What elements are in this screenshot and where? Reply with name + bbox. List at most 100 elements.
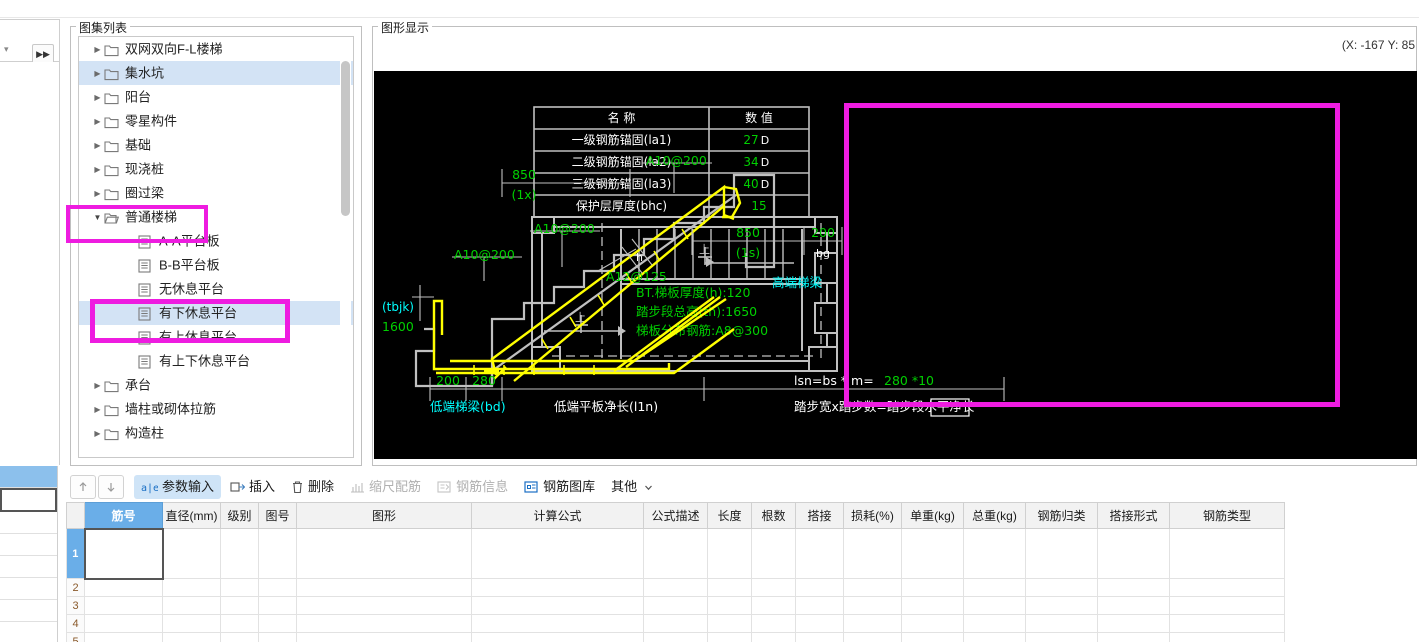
- tree-item-folder[interactable]: ▶ 现浇桩: [79, 157, 353, 181]
- table-cell[interactable]: [751, 596, 796, 615]
- table-cell[interactable]: [220, 528, 259, 579]
- table-cell[interactable]: [963, 632, 1026, 642]
- tree-scrollbar-thumb[interactable]: [341, 61, 350, 216]
- table-cell[interactable]: [843, 528, 902, 579]
- column-header-长度[interactable]: 长度: [707, 502, 752, 529]
- table-cell[interactable]: [795, 528, 844, 579]
- table-cell[interactable]: [843, 614, 902, 633]
- table-cell[interactable]: [471, 632, 644, 642]
- table-cell[interactable]: [643, 578, 708, 597]
- table-cell[interactable]: [1169, 528, 1285, 579]
- table-cell[interactable]: [220, 632, 259, 642]
- table-cell[interactable]: [795, 632, 844, 642]
- column-header-级别[interactable]: 级别: [220, 502, 259, 529]
- table-cell[interactable]: [795, 578, 844, 597]
- table-cell[interactable]: [901, 528, 964, 579]
- tree-item-folder[interactable]: ▶ 阳台: [79, 85, 353, 109]
- table-row[interactable]: 2: [66, 578, 1285, 597]
- table-cell[interactable]: [258, 596, 297, 615]
- table-cell[interactable]: [1097, 596, 1170, 615]
- table-cell[interactable]: [1169, 632, 1285, 642]
- table-cell[interactable]: [1025, 614, 1098, 633]
- table-cell[interactable]: [795, 614, 844, 633]
- table-cell[interactable]: [643, 632, 708, 642]
- tree-item-folder[interactable]: ▶ 圈过梁: [79, 181, 353, 205]
- table-cell[interactable]: [963, 528, 1026, 579]
- chevron-right-icon[interactable]: ▶: [91, 374, 104, 398]
- table-cell[interactable]: [1169, 578, 1285, 597]
- table-row[interactable]: 4: [66, 614, 1285, 633]
- table-cell[interactable]: [296, 578, 472, 597]
- rebar-grid[interactable]: 筋号 直径(mm) 级别 图号 图形 计算公式 公式描述 长度 根数 搭接 损耗(%) 单重(kg) 总…: [66, 502, 1419, 642]
- table-cell[interactable]: [1025, 528, 1098, 579]
- chevron-right-icon[interactable]: ▶: [91, 86, 104, 110]
- tree-item-folder[interactable]: ▶ 基础: [79, 133, 353, 157]
- table-cell[interactable]: [707, 632, 752, 642]
- column-header-损耗(%)[interactable]: 损耗(%): [843, 502, 902, 529]
- column-header-搭接形式[interactable]: 搭接形式: [1097, 502, 1170, 529]
- table-cell[interactable]: [258, 578, 297, 597]
- table-cell[interactable]: [296, 614, 472, 633]
- chevron-down-icon[interactable]: ▼: [91, 206, 104, 230]
- table-cell[interactable]: [1097, 528, 1170, 579]
- table-cell[interactable]: [258, 528, 297, 579]
- table-cell[interactable]: [795, 596, 844, 615]
- toolbar-button-钢筋图库[interactable]: 钢筋图库: [517, 475, 602, 499]
- table-cell[interactable]: [258, 614, 297, 633]
- chevron-right-icon[interactable]: ▶: [91, 134, 104, 158]
- table-cell[interactable]: [643, 528, 708, 579]
- tree-item-folder[interactable]: ▶ 零星构件: [79, 109, 353, 133]
- chevron-right-icon[interactable]: ▶: [91, 422, 104, 446]
- tree-item-folder[interactable]: ▼ 普通楼梯: [79, 205, 353, 229]
- chevron-right-icon[interactable]: ▶: [91, 62, 104, 86]
- column-header-计算公式[interactable]: 计算公式: [471, 502, 644, 529]
- column-header-根数[interactable]: 根数: [751, 502, 796, 529]
- tree-item-folder[interactable]: ▶ 墙柱或砌体拉筋: [79, 397, 353, 421]
- tree-item-file[interactable]: ▶B-B平台板: [79, 253, 353, 277]
- tree-item-folder[interactable]: ▶ 构造柱: [79, 421, 353, 445]
- row-number[interactable]: 1: [66, 528, 85, 579]
- table-cell[interactable]: [751, 632, 796, 642]
- table-cell[interactable]: [1169, 614, 1285, 633]
- table-cell[interactable]: [471, 614, 644, 633]
- table-cell[interactable]: [220, 614, 259, 633]
- table-cell[interactable]: [1097, 578, 1170, 597]
- table-cell[interactable]: [1025, 578, 1098, 597]
- toolbar-button-参数输入[interactable]: a|e 参数输入: [134, 475, 222, 499]
- table-cell[interactable]: [751, 528, 796, 579]
- tree-item-file[interactable]: ▶有下休息平台: [79, 301, 353, 325]
- table-cell[interactable]: [901, 632, 964, 642]
- row-number[interactable]: 4: [66, 614, 85, 633]
- table-cell[interactable]: [843, 596, 902, 615]
- table-cell[interactable]: [901, 614, 964, 633]
- table-cell[interactable]: [643, 596, 708, 615]
- table-cell[interactable]: [296, 632, 472, 642]
- table-cell[interactable]: [296, 528, 472, 579]
- table-cell[interactable]: [901, 596, 964, 615]
- table-cell[interactable]: [84, 578, 163, 597]
- table-cell[interactable]: [162, 528, 221, 579]
- column-header-搭接[interactable]: 搭接: [795, 502, 844, 529]
- table-cell[interactable]: [1169, 596, 1285, 615]
- chevron-right-icon[interactable]: ▶: [91, 398, 104, 422]
- column-header-钢筋归类[interactable]: 钢筋归类: [1025, 502, 1098, 529]
- column-header-筋号[interactable]: 筋号: [84, 502, 163, 529]
- table-cell[interactable]: [901, 578, 964, 597]
- table-cell[interactable]: [220, 596, 259, 615]
- table-cell[interactable]: [1025, 596, 1098, 615]
- column-header-直径(mm)[interactable]: 直径(mm): [162, 502, 221, 529]
- table-cell[interactable]: [258, 632, 297, 642]
- atlas-tree[interactable]: ▶双网双向F-L楼梯▶集水坑▶阳台▶零星构件▶基础▶现浇桩▶圈过梁▼普通楼梯▶A…: [78, 36, 354, 458]
- chevron-right-icon[interactable]: ▶: [91, 110, 104, 134]
- column-header-图形[interactable]: 图形: [296, 502, 472, 529]
- table-cell[interactable]: [162, 578, 221, 597]
- toolbar-button-插入[interactable]: 插入: [223, 475, 282, 499]
- tree-item-file[interactable]: ▶A-A平台板: [79, 229, 353, 253]
- chevron-right-icon[interactable]: ▶: [91, 158, 104, 182]
- expand-panel-button[interactable]: ▶▶: [32, 44, 54, 64]
- rebar-table[interactable]: 筋号 直径(mm) 级别 图号 图形 计算公式 公式描述 长度 根数 搭接 损耗(%) 单重(kg) 总…: [66, 502, 1285, 642]
- column-header-钢筋类型[interactable]: 钢筋类型: [1169, 502, 1285, 529]
- chevron-right-icon[interactable]: ▶: [91, 38, 104, 62]
- table-cell[interactable]: [1097, 614, 1170, 633]
- tree-item-folder[interactable]: ▶ 承台: [79, 373, 353, 397]
